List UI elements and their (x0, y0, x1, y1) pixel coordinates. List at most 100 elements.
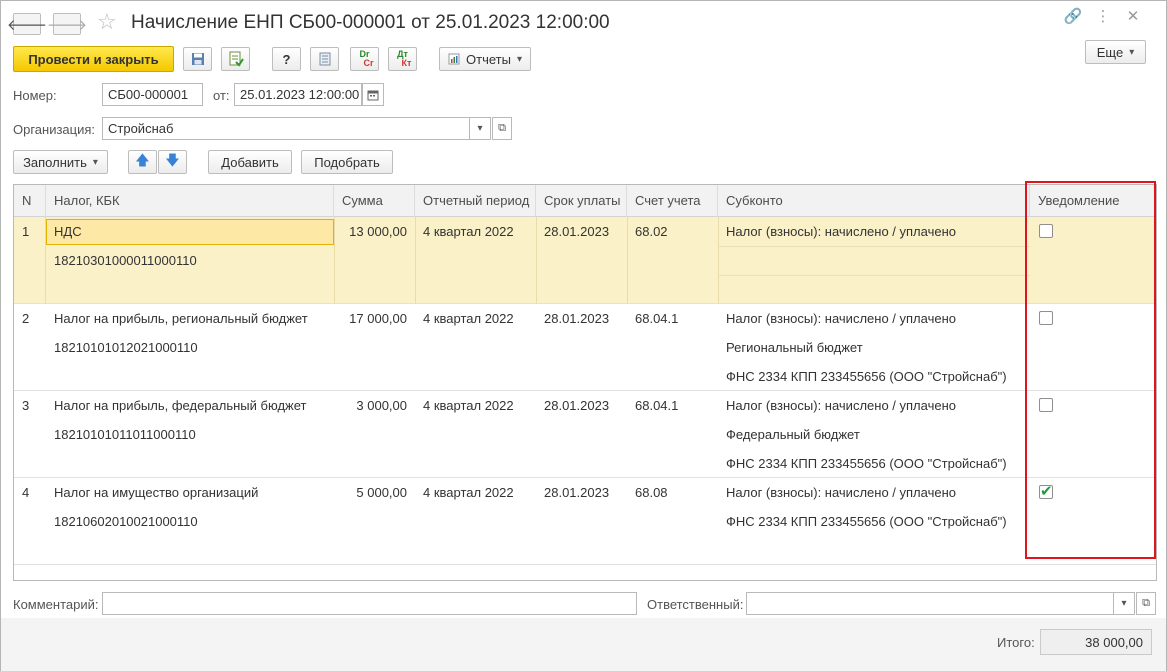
post-document-icon (229, 51, 244, 67)
subconto-2[interactable]: ФНС 2334 КПП 233455656 (ООО "Стройснаб") (718, 514, 1007, 529)
subconto-1[interactable]: Налог (взносы): начислено / уплачено (718, 398, 956, 413)
tax-sum[interactable]: 17 000,00 (334, 311, 415, 326)
close-icon[interactable]: ✕ (1118, 7, 1148, 27)
chevron-down-icon: ▾ (1121, 598, 1127, 609)
tax-period[interactable]: 4 квартал 2022 (415, 224, 514, 239)
floppy-disk-icon (191, 53, 204, 65)
organization-dropdown-button[interactable]: ▾ (469, 117, 491, 140)
tax-account[interactable]: 68.04.1 (627, 398, 678, 413)
col-account[interactable]: Счет учета (627, 185, 718, 217)
tax-period[interactable]: 4 квартал 2022 (415, 311, 514, 326)
row-divider (718, 275, 1030, 276)
col-period[interactable]: Отчетный период (415, 185, 536, 217)
structure-button[interactable] (310, 47, 339, 71)
open-window-icon: ⧉ (498, 122, 506, 134)
table-row[interactable]: 1 НДС 18210301000011000110 13 000,00 4 к… (14, 217, 1156, 304)
tax-cell-editor[interactable] (46, 219, 334, 245)
tax-kbk[interactable]: 18210301000011000110 (46, 253, 197, 268)
comment-field[interactable] (102, 592, 637, 615)
table-row[interactable]: 4 Налог на имущество организаций 1821060… (14, 478, 1156, 565)
tax-name[interactable]: Налог на имущество организаций (46, 485, 258, 500)
tax-sum[interactable]: 13 000,00 (334, 224, 415, 239)
tax-name[interactable]: НДС (46, 224, 82, 239)
move-up-button[interactable]: 🡅 (128, 150, 157, 174)
organization-field[interactable]: Стройснаб (102, 117, 470, 140)
more-vertical-icon[interactable]: ⋮ (1088, 7, 1118, 27)
help-button[interactable]: ? (272, 47, 301, 71)
col-n[interactable]: N (14, 185, 46, 217)
date-label: от: (213, 88, 230, 103)
row-divider (718, 246, 1030, 247)
reports-label: Отчеты (466, 51, 511, 67)
notice-column-highlight (1025, 181, 1156, 559)
footer-bar (1, 618, 1166, 671)
tax-sum[interactable]: 3 000,00 (334, 398, 415, 413)
save-button[interactable] (183, 47, 212, 71)
col-tax-kbk[interactable]: Налог, КБК (46, 185, 334, 217)
col-sum[interactable]: Сумма (334, 185, 415, 217)
subconto-1[interactable]: Налог (взносы): начислено / уплачено (718, 224, 956, 239)
subconto-2[interactable]: Региональный бюджет (718, 340, 863, 355)
link-icon[interactable]: 🔗 (1058, 7, 1088, 27)
tax-account[interactable]: 68.02 (627, 224, 668, 239)
tax-account[interactable]: 68.08 (627, 485, 668, 500)
favorite-star-icon[interactable]: ☆ (97, 9, 117, 35)
number-field[interactable]: СБ00-000001 (102, 83, 203, 106)
fill-button[interactable]: Заполнить (13, 150, 108, 174)
tax-kbk[interactable]: 18210101011011000110 (46, 427, 196, 442)
more-button[interactable]: Еще (1085, 40, 1146, 64)
row-number: 4 (22, 485, 30, 500)
row-number: 2 (22, 311, 30, 326)
chart-icon (448, 53, 460, 65)
tax-due-date[interactable]: 28.01.2023 (536, 224, 609, 239)
comment-label: Комментарий: (13, 597, 99, 612)
arrow-down-icon: 🡇 (165, 152, 180, 168)
dt-kt-button[interactable]: Дт Кт (388, 47, 417, 71)
responsible-dropdown-button[interactable]: ▾ (1113, 592, 1135, 615)
forward-button[interactable]: 🡒 (47, 13, 87, 35)
more-label: Еще (1096, 44, 1124, 60)
kt-label: Кт (401, 58, 412, 68)
row-number: 1 (22, 224, 30, 239)
responsible-field[interactable] (746, 592, 1114, 615)
arrow-up-icon: 🡅 (135, 152, 150, 168)
dr-cr-button[interactable]: Dr Cr (350, 47, 379, 71)
tax-due-date[interactable]: 28.01.2023 (536, 398, 609, 413)
tax-period[interactable]: 4 квартал 2022 (415, 485, 514, 500)
tax-due-date[interactable]: 28.01.2023 (536, 485, 609, 500)
date-field[interactable]: 25.01.2023 12:00:00 (234, 83, 362, 106)
col-subconto[interactable]: Субконто (718, 185, 1030, 217)
tax-name[interactable]: Налог на прибыль, федеральный бюджет (46, 398, 306, 413)
table-row[interactable]: 2 Налог на прибыль, региональный бюджет … (14, 304, 1156, 391)
add-button[interactable]: Добавить (208, 150, 292, 174)
subconto-3[interactable]: ФНС 2334 КПП 233455656 (ООО "Стройснаб") (718, 369, 1007, 384)
post-document-button[interactable] (221, 47, 250, 71)
table-row[interactable]: 3 Налог на прибыль, федеральный бюджет 1… (14, 391, 1156, 478)
back-button[interactable]: 🡐 (7, 13, 47, 35)
subconto-1[interactable]: Налог (взносы): начислено / уплачено (718, 485, 956, 500)
subconto-2[interactable]: Федеральный бюджет (718, 427, 860, 442)
reports-button[interactable]: Отчеты (439, 47, 531, 71)
post-and-close-button[interactable]: Провести и закрыть (13, 46, 174, 72)
tax-name[interactable]: Налог на прибыль, региональный бюджет (46, 311, 308, 326)
organization-open-button[interactable]: ⧉ (492, 117, 512, 140)
pick-button[interactable]: Подобрать (301, 150, 393, 174)
move-down-button[interactable]: 🡇 (158, 150, 187, 174)
list-icon (319, 52, 330, 66)
calendar-button[interactable] (362, 83, 384, 106)
tax-sum[interactable]: 5 000,00 (334, 485, 415, 500)
cr-label: Cr (363, 58, 374, 68)
table-header: N Налог, КБК Сумма Отчетный период Срок … (14, 185, 1156, 217)
total-value: 38 000,00 (1040, 629, 1152, 655)
subconto-3[interactable]: ФНС 2334 КПП 233455656 (ООО "Стройснаб") (718, 456, 1007, 471)
tax-kbk[interactable]: 18210101012021000110 (46, 340, 198, 355)
tax-account[interactable]: 68.04.1 (627, 311, 678, 326)
col-due-date[interactable]: Срок уплаты (536, 185, 627, 217)
arrow-left-icon: 🡐 (6, 16, 48, 34)
tax-period[interactable]: 4 квартал 2022 (415, 398, 514, 413)
subconto-1[interactable]: Налог (взносы): начислено / уплачено (718, 311, 956, 326)
tax-due-date[interactable]: 28.01.2023 (536, 311, 609, 326)
responsible-open-button[interactable]: ⧉ (1136, 592, 1156, 615)
tax-kbk[interactable]: 18210602010021000110 (46, 514, 198, 529)
open-window-icon: ⧉ (1142, 597, 1150, 609)
